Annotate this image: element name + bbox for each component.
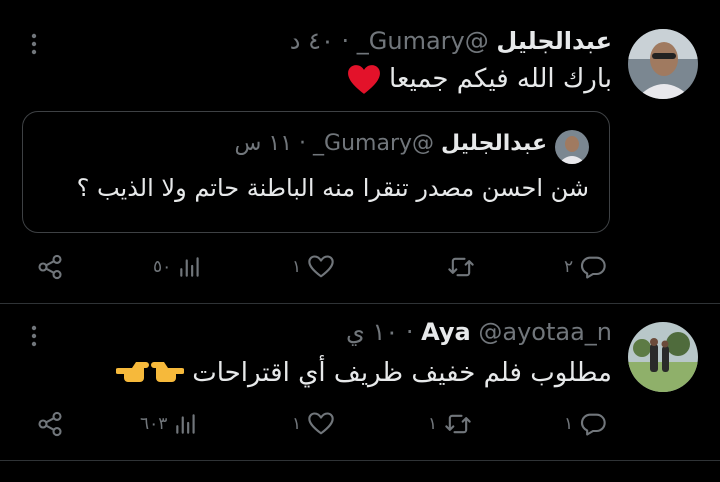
reply-icon bbox=[581, 413, 606, 436]
pointing-hands-icon bbox=[115, 354, 185, 393]
tweet[interactable]: عبدالجليل @Gumary_ · ٤٠ د بارك الله فيكم… bbox=[0, 0, 720, 303]
divider bbox=[0, 460, 720, 461]
like-count: ١ bbox=[292, 414, 302, 434]
share-icon bbox=[38, 254, 62, 280]
tweet-header: Aya @ayotaa_n · ١٠ ي bbox=[346, 317, 612, 347]
heart-icon bbox=[308, 412, 334, 435]
share-button[interactable] bbox=[36, 410, 64, 438]
retweet-count: ١ bbox=[428, 414, 438, 434]
timestamp[interactable]: ٤٠ د bbox=[290, 27, 334, 55]
views-icon bbox=[180, 257, 199, 277]
retweet-button[interactable]: ١ bbox=[428, 410, 473, 438]
tweet-text: مطلوب فلم خفيف ظريف أي اقتراحات bbox=[192, 358, 612, 388]
author-handle[interactable]: @Gumary_ bbox=[357, 27, 489, 55]
quote-text: شن احسن مصدر تنقرا منه الباطنة حاتم ولا … bbox=[76, 174, 589, 202]
quote-timestamp: ١١ س bbox=[234, 131, 293, 156]
tweet[interactable]: Aya @ayotaa_n · ١٠ ي مطلوب فلم خفيف ظريف… bbox=[0, 304, 720, 460]
quote-avatar bbox=[555, 130, 589, 164]
tweet-text-line: بارك الله فيكم جميعا bbox=[347, 62, 612, 96]
author-name[interactable]: عبدالجليل bbox=[496, 27, 612, 55]
reply-count: ٢ bbox=[564, 257, 574, 277]
tweet-header: عبدالجليل @Gumary_ · ٤٠ د bbox=[290, 26, 612, 56]
heart-icon bbox=[308, 255, 334, 278]
like-count: ١ bbox=[292, 257, 302, 277]
like-button[interactable]: ١ bbox=[292, 253, 335, 281]
separator: · bbox=[341, 27, 350, 55]
share-icon bbox=[38, 411, 62, 437]
quote-separator: · bbox=[299, 131, 307, 156]
red-heart-icon bbox=[347, 64, 380, 94]
reply-icon bbox=[581, 256, 606, 279]
views-count: ٦٠٣ bbox=[140, 414, 168, 434]
retweet-button[interactable] bbox=[440, 253, 476, 281]
quoted-tweet[interactable]: عبدالجليل @Gumary_ · ١١ س شن احسن مصدر ت… bbox=[22, 111, 610, 233]
reply-count: ١ bbox=[564, 414, 574, 434]
retweet-icon bbox=[448, 257, 474, 277]
views-count: ٥٠ bbox=[153, 257, 172, 277]
more-vertical-icon[interactable] bbox=[26, 324, 42, 353]
reply-button[interactable]: ٢ bbox=[564, 253, 607, 281]
more-vertical-icon[interactable] bbox=[26, 32, 42, 61]
avatar[interactable] bbox=[628, 322, 698, 392]
retweet-icon bbox=[445, 414, 471, 434]
views-button[interactable]: ٥٠ bbox=[153, 253, 203, 281]
author-name[interactable]: Aya bbox=[421, 318, 471, 346]
timestamp[interactable]: ١٠ ي bbox=[346, 318, 398, 346]
avatar[interactable] bbox=[628, 29, 698, 99]
quote-author-name: عبدالجليل bbox=[441, 131, 547, 156]
quote-author-handle: @Gumary_ bbox=[313, 131, 435, 156]
share-button[interactable] bbox=[36, 253, 64, 281]
tweet-text-line: مطلوب فلم خفيف ظريف أي اقتراحات bbox=[115, 354, 612, 393]
reply-button[interactable]: ١ bbox=[564, 410, 607, 438]
quote-header: عبدالجليل @Gumary_ · ١١ س bbox=[235, 130, 547, 158]
tweet-text: بارك الله فيكم جميعا bbox=[389, 64, 612, 94]
separator: · bbox=[405, 318, 414, 346]
views-icon bbox=[176, 414, 196, 434]
views-button[interactable]: ٦٠٣ bbox=[140, 410, 199, 438]
author-handle[interactable]: @ayotaa_n bbox=[478, 318, 612, 346]
like-button[interactable]: ١ bbox=[292, 410, 335, 438]
